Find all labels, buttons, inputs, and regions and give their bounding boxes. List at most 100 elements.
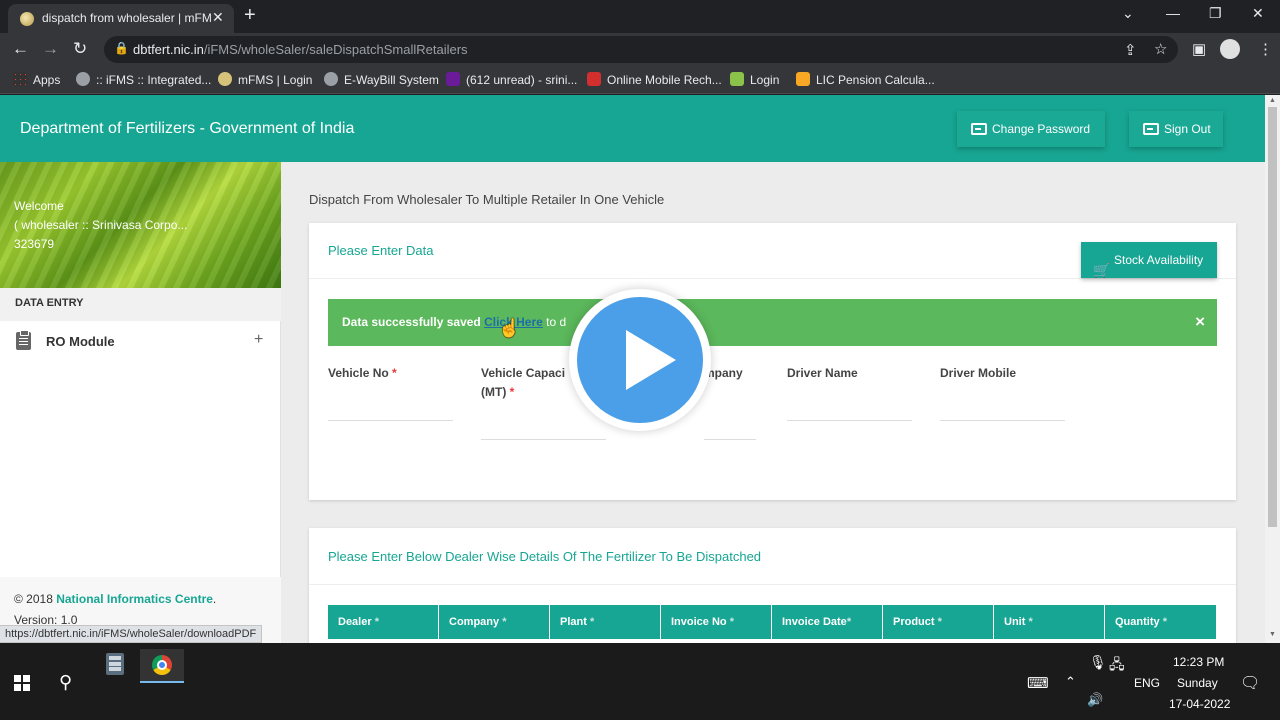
- language-indicator[interactable]: ENG: [1134, 676, 1160, 690]
- bookmark-label: :: iFMS :: Integrated...: [96, 73, 212, 87]
- required-star: *: [937, 616, 942, 628]
- windows-start-icon[interactable]: [14, 675, 30, 691]
- address-bar[interactable]: 🔒 dbtfert.nic.in/iFMS/wholeSaler/saleDis…: [104, 36, 1178, 63]
- bookmark-ewaybill[interactable]: E-WayBill System: [324, 72, 439, 87]
- page-scrollbar[interactable]: ▲ ▼: [1265, 95, 1280, 643]
- alert-close-icon[interactable]: ×: [1195, 312, 1205, 332]
- column-header-invoice-date: Invoice Date*: [772, 605, 883, 639]
- login-icon: [730, 72, 744, 86]
- card-title: Please Enter Below Dealer Wise Details O…: [328, 549, 762, 564]
- scroll-down-icon[interactable]: ▼: [1269, 631, 1276, 638]
- column-label: Plant: [560, 616, 587, 628]
- tab-close-icon[interactable]: ✕: [212, 9, 224, 26]
- bookmark-label: (612 unread) - srini...: [466, 73, 578, 87]
- forward-arrow-icon[interactable]: →: [42, 39, 59, 59]
- field-label-text: Driver Mobile: [940, 366, 1017, 380]
- site-header: Department of Fertilizers - Government o…: [0, 95, 1265, 162]
- bookmark-recharge[interactable]: Online Mobile Rech...: [587, 72, 722, 87]
- clock-time[interactable]: 12:23 PM: [1173, 655, 1224, 669]
- bookmark-apps[interactable]: Apps: [13, 72, 60, 87]
- chrome-taskbar-button[interactable]: [140, 649, 184, 683]
- user-name: ( wholesaler :: Srinivasa Corpo...: [14, 218, 188, 232]
- calculator-icon[interactable]: [106, 653, 124, 675]
- column-header-unit: Unit *: [994, 605, 1105, 639]
- column-label: Product: [893, 616, 935, 628]
- mail-icon: [446, 72, 460, 86]
- field-underline: [940, 420, 1065, 421]
- column-header-dealer: Dealer *: [328, 605, 439, 639]
- network-icon[interactable]: 🖧: [1109, 654, 1125, 678]
- globe-icon: [76, 72, 90, 86]
- exit-box-icon: [1143, 123, 1159, 135]
- minimize-icon[interactable]: —: [1166, 5, 1180, 21]
- required-star: *: [846, 616, 852, 628]
- reload-icon[interactable]: ↻: [73, 39, 87, 59]
- vehicle-no-field[interactable]: Vehicle No *: [328, 364, 453, 421]
- bookmark-lic[interactable]: LIC Pension Calcula...: [796, 72, 935, 87]
- tray-chevron-up-icon[interactable]: ⌃: [1065, 674, 1076, 690]
- driver-mobile-field[interactable]: Driver Mobile: [940, 364, 1065, 421]
- profile-avatar[interactable]: [1220, 39, 1240, 59]
- copyright: © 2018 National Informatics Centre.: [14, 592, 216, 606]
- bookmark-mfms[interactable]: mFMS | Login: [218, 72, 312, 87]
- driver-name-field[interactable]: Driver Name: [787, 364, 912, 421]
- column-label: Invoice Date: [782, 616, 847, 628]
- tab-search-chevron-icon[interactable]: ⌄: [1122, 5, 1134, 22]
- scroll-up-icon[interactable]: ▲: [1269, 97, 1276, 104]
- expand-plus-icon[interactable]: +: [254, 331, 263, 349]
- bookmark-login[interactable]: Login: [730, 72, 779, 87]
- column-label: Company: [449, 616, 500, 628]
- back-arrow-icon[interactable]: ←: [12, 39, 29, 59]
- mfms-icon: [218, 72, 232, 86]
- sign-out-button[interactable]: Sign Out: [1129, 111, 1223, 147]
- bookmark-ifms[interactable]: :: iFMS :: Integrated...: [76, 72, 211, 87]
- clock-day[interactable]: Sunday: [1177, 676, 1218, 690]
- address-url: dbtfert.nic.in/iFMS/wholeSaler/saleDispa…: [133, 42, 468, 57]
- notification-icon[interactable]: 🗨: [1240, 673, 1260, 693]
- field-label: Driver Mobile: [940, 364, 1016, 383]
- restore-icon[interactable]: ❐: [1209, 5, 1222, 22]
- bookmark-label: LIC Pension Calcula...: [816, 73, 935, 87]
- clock-date[interactable]: 17-04-2022: [1169, 697, 1230, 711]
- globe-icon: [324, 72, 338, 86]
- keyboard-icon[interactable]: ⌨: [1027, 674, 1049, 692]
- lock-icon: 🔒: [114, 41, 129, 55]
- change-password-button[interactable]: Change Password: [957, 111, 1105, 147]
- welcome-panel: Welcome ( wholesaler :: Srinivasa Corpo.…: [0, 162, 281, 288]
- vehicle-capacity-field[interactable]: Vehicle Capaci (MT) *: [481, 364, 606, 440]
- bookmark-label: E-WayBill System: [344, 73, 439, 87]
- dealer-details-card: Please Enter Below Dealer Wise Details O…: [309, 528, 1236, 643]
- play-icon: [626, 330, 676, 390]
- required-star: *: [502, 616, 507, 628]
- scrollbar-thumb[interactable]: [1268, 107, 1277, 527]
- windows-taskbar: ⚲ 🎙 🖧 ⌨ ⌃ 🔊 ENG 12:23 PM Sunday 17-04-20…: [0, 643, 1280, 720]
- share-icon[interactable]: ⇪: [1124, 41, 1137, 59]
- play-button[interactable]: [569, 289, 711, 431]
- field-label-text: Vehicle No: [328, 366, 389, 380]
- nic-link[interactable]: National Informatics Centre: [56, 592, 213, 606]
- field-label: Vehicle Capaci: [481, 364, 565, 383]
- success-alert: Data successfully saved Click Here to d …: [328, 299, 1217, 346]
- field-underline: [704, 439, 756, 440]
- bookmark-mail[interactable]: (612 unread) - srini...: [446, 72, 577, 87]
- search-icon[interactable]: ⚲: [59, 672, 72, 693]
- stock-availability-label: Stock Availability: [1114, 253, 1204, 267]
- new-tab-button[interactable]: +: [244, 4, 256, 27]
- window-close-icon[interactable]: ✕: [1252, 5, 1264, 22]
- column-header-invoice-no: Invoice No *: [661, 605, 772, 639]
- stock-availability-button[interactable]: 🛒 Stock Availability: [1081, 242, 1217, 278]
- column-header-company: Company *: [439, 605, 550, 639]
- browser-menu-icon[interactable]: ⋮: [1258, 40, 1273, 58]
- browser-tab-strip: dispatch from wholesaler | mFMS ✕ + ⌄ — …: [0, 0, 1280, 33]
- volume-icon[interactable]: 🔊: [1087, 692, 1103, 708]
- browser-toolbar: ← → ↻ 🔒 dbtfert.nic.in/iFMS/wholeSaler/s…: [0, 33, 1280, 66]
- column-label: Invoice No: [671, 616, 727, 628]
- sidebar-item-ro-module[interactable]: RO Module +: [0, 327, 281, 361]
- microphone-icon[interactable]: 🎙: [1089, 654, 1107, 671]
- apps-grid-icon: [13, 72, 27, 86]
- side-panel-icon[interactable]: ▣: [1192, 40, 1206, 58]
- browser-tab[interactable]: dispatch from wholesaler | mFMS ✕: [8, 4, 234, 33]
- card-title: Please Enter Data: [328, 243, 434, 258]
- change-password-label: Change Password: [992, 122, 1091, 136]
- bookmark-star-icon[interactable]: ☆: [1154, 40, 1167, 58]
